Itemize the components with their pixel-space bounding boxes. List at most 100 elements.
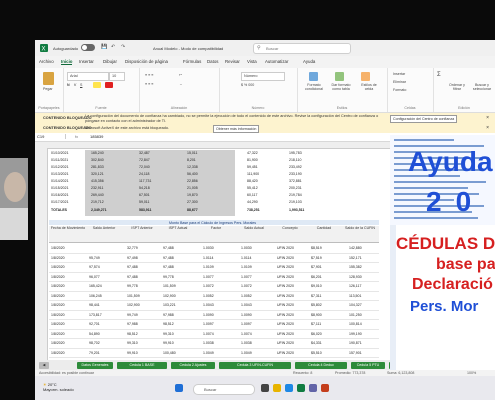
sheet-tab[interactable]: Cedula 2 Ajustes bbox=[171, 362, 215, 369]
table-cell[interactable]: 102,900 bbox=[163, 294, 176, 298]
table-cell[interactable]: 95,749 bbox=[89, 256, 100, 260]
table-cell[interactable]: 1/8/2020 bbox=[51, 275, 65, 279]
table-cell[interactable]: 1.0072 bbox=[203, 284, 214, 288]
save-icon[interactable]: 💾 bbox=[101, 44, 107, 50]
table-cell[interactable]: 1/8/2020 bbox=[51, 246, 65, 250]
tab-automatizar[interactable]: Automatizar bbox=[265, 59, 288, 64]
tab-formulas[interactable]: Fórmulas bbox=[183, 59, 201, 64]
table-cell[interactable]: 54,890 bbox=[89, 332, 100, 336]
align-left-icon[interactable]: ≡ ≡ ≡ bbox=[145, 82, 153, 86]
table-cell[interactable]: 1.0074 bbox=[203, 332, 214, 336]
redo-icon[interactable]: ↷ bbox=[121, 44, 127, 50]
table-cell[interactable]: 101,250 bbox=[349, 313, 362, 317]
start-icon[interactable] bbox=[175, 384, 183, 392]
table-cell[interactable]: $6,020 bbox=[311, 332, 322, 336]
close-icon[interactable]: × bbox=[486, 125, 489, 131]
table-cell[interactable]: 1.0109 bbox=[203, 265, 214, 269]
table-cell[interactable]: UFIN 2020 bbox=[277, 256, 294, 260]
sheet-tab[interactable]: Cedula 4 Deduc bbox=[295, 362, 347, 369]
table-cell[interactable]: 96,077 bbox=[89, 275, 100, 279]
table-cell[interactable]: 1.0077 bbox=[203, 275, 214, 279]
table-cell[interactable]: 103,221 bbox=[163, 303, 176, 307]
table-cell[interactable]: 1.0090 bbox=[203, 313, 214, 317]
table-cell[interactable]: 128,930 bbox=[349, 275, 362, 279]
table-cell[interactable]: 1.0038 bbox=[203, 341, 214, 345]
table-cell[interactable]: 199,190 bbox=[349, 332, 362, 336]
table-cell[interactable]: 32,779 bbox=[127, 246, 138, 250]
cell-styles-button[interactable]: Estilos de celda bbox=[357, 83, 381, 91]
table-cell[interactable]: 97,988 bbox=[127, 322, 138, 326]
table-cell[interactable]: 190,871 bbox=[349, 341, 362, 345]
table-cell[interactable]: 113,501 bbox=[349, 294, 361, 298]
fill-color-icon[interactable] bbox=[93, 82, 101, 88]
zoom-level[interactable]: 100% bbox=[467, 371, 476, 375]
currency-icon[interactable]: $ % 000 bbox=[241, 83, 254, 87]
table-cell[interactable]: UFIN 2020 bbox=[277, 246, 294, 250]
delete-cells-button[interactable]: Eliminar bbox=[393, 80, 406, 84]
wrap-text-icon[interactable]: ↩ bbox=[179, 73, 182, 77]
sheet-tab[interactable]: Cedula 1 BASE bbox=[117, 362, 167, 369]
table-cell[interactable]: 1/8/2020 bbox=[51, 341, 65, 345]
font-color-icon[interactable] bbox=[105, 82, 113, 88]
tab-dibujar[interactable]: Dibujar bbox=[103, 59, 117, 64]
tab-ayuda[interactable]: Ayuda bbox=[303, 59, 315, 64]
table-cell[interactable]: 97,498 bbox=[127, 256, 138, 260]
table-cell[interactable]: UFIN 2020 bbox=[277, 284, 294, 288]
table-cell[interactable]: 99,310 bbox=[127, 341, 138, 345]
tab-archivo[interactable]: Archivo bbox=[39, 59, 54, 64]
weather-widget[interactable]: ☀ 20°C Mayorm. soleado bbox=[43, 382, 74, 392]
table-cell[interactable]: 165,424 bbox=[89, 284, 102, 288]
table-cell[interactable]: 1.0074 bbox=[241, 332, 252, 336]
autosum-icon[interactable]: Σ bbox=[437, 72, 441, 78]
table-cell[interactable]: 126,117 bbox=[349, 284, 361, 288]
table-cell[interactable]: 173,817 bbox=[89, 313, 102, 317]
sort-filter-button[interactable]: Ordenar y filtrar bbox=[447, 83, 467, 91]
table-cell[interactable]: UFIN 2020 bbox=[277, 265, 294, 269]
table-cell[interactable]: 97,488 bbox=[163, 246, 174, 250]
table-cell[interactable]: 99,749 bbox=[127, 313, 138, 317]
table-cell[interactable]: UFIN 2020 bbox=[277, 275, 294, 279]
powerpoint-icon[interactable] bbox=[321, 384, 329, 392]
table-cell[interactable]: 142,880 bbox=[349, 246, 362, 250]
file-explorer-icon[interactable] bbox=[273, 384, 281, 392]
table-cell[interactable]: UFIN 2020 bbox=[277, 294, 294, 298]
table-cell[interactable]: $5,802 bbox=[311, 303, 322, 307]
table-cell[interactable]: 1.0030 bbox=[241, 246, 252, 250]
table-cell[interactable]: 99,910 bbox=[127, 351, 138, 355]
table-cell[interactable]: 1.0049 bbox=[241, 351, 252, 355]
table-cell[interactable]: UFIN 2020 bbox=[277, 351, 294, 355]
font-size-select[interactable]: 10 bbox=[109, 72, 125, 81]
accessibility-status[interactable]: Accesibilidad: es posible continuar bbox=[39, 371, 94, 375]
table-cell[interactable]: 1.0114 bbox=[203, 256, 213, 260]
table-cell[interactable]: 97,488 bbox=[127, 265, 138, 269]
number-format-select[interactable]: Número bbox=[241, 72, 285, 81]
table-cell[interactable]: $9,010 bbox=[311, 284, 322, 288]
table-cell[interactable]: 104,327 bbox=[349, 303, 362, 307]
table-cell[interactable]: 1.0097 bbox=[241, 322, 252, 326]
table-cell[interactable]: 100,814 bbox=[349, 322, 362, 326]
table-cell[interactable]: UFIN 2020 bbox=[277, 322, 294, 326]
prev-sheet-icon[interactable]: ◀ bbox=[39, 362, 49, 369]
table-cell[interactable]: 98,512 bbox=[163, 322, 174, 326]
table-cell[interactable]: 1/8/2020 bbox=[51, 351, 65, 355]
table-cell[interactable]: $5,510 bbox=[311, 351, 322, 355]
tab-vista[interactable]: Vista bbox=[247, 59, 257, 64]
taskbar-search[interactable]: Buscar bbox=[193, 384, 255, 395]
table-cell[interactable]: 99,310 bbox=[163, 332, 174, 336]
format-cells-button[interactable]: Formato bbox=[393, 88, 406, 92]
table-cell[interactable]: $4,331 bbox=[311, 341, 322, 345]
undo-icon[interactable]: ↶ bbox=[111, 44, 117, 50]
table-cell[interactable]: $8,900 bbox=[311, 313, 322, 317]
table-cell[interactable]: 101,509 bbox=[163, 284, 176, 288]
table-cell[interactable]: 1/8/2020 bbox=[51, 265, 65, 269]
table-row[interactable]: 01/12/2021 281,833 72,040 12,338 59,451 233,4… bbox=[49, 164, 379, 170]
table-cell[interactable]: 1.0049 bbox=[203, 351, 214, 355]
table-cell[interactable]: 1.0072 bbox=[241, 284, 252, 288]
totals-row[interactable]: TOTALES 2,349,271 583,911 88,677 738,251 1,99… bbox=[49, 207, 379, 213]
table-cell[interactable]: 157,901 bbox=[349, 351, 362, 355]
table-cell[interactable]: $8,519 bbox=[311, 246, 322, 250]
table-cell[interactable]: 101,509 bbox=[127, 294, 140, 298]
sheet-tab[interactable]: Cedula 5 PTU bbox=[351, 362, 385, 369]
table-cell[interactable]: 1.0030 bbox=[203, 246, 214, 250]
table-cell[interactable]: 1.0114 bbox=[241, 256, 251, 260]
